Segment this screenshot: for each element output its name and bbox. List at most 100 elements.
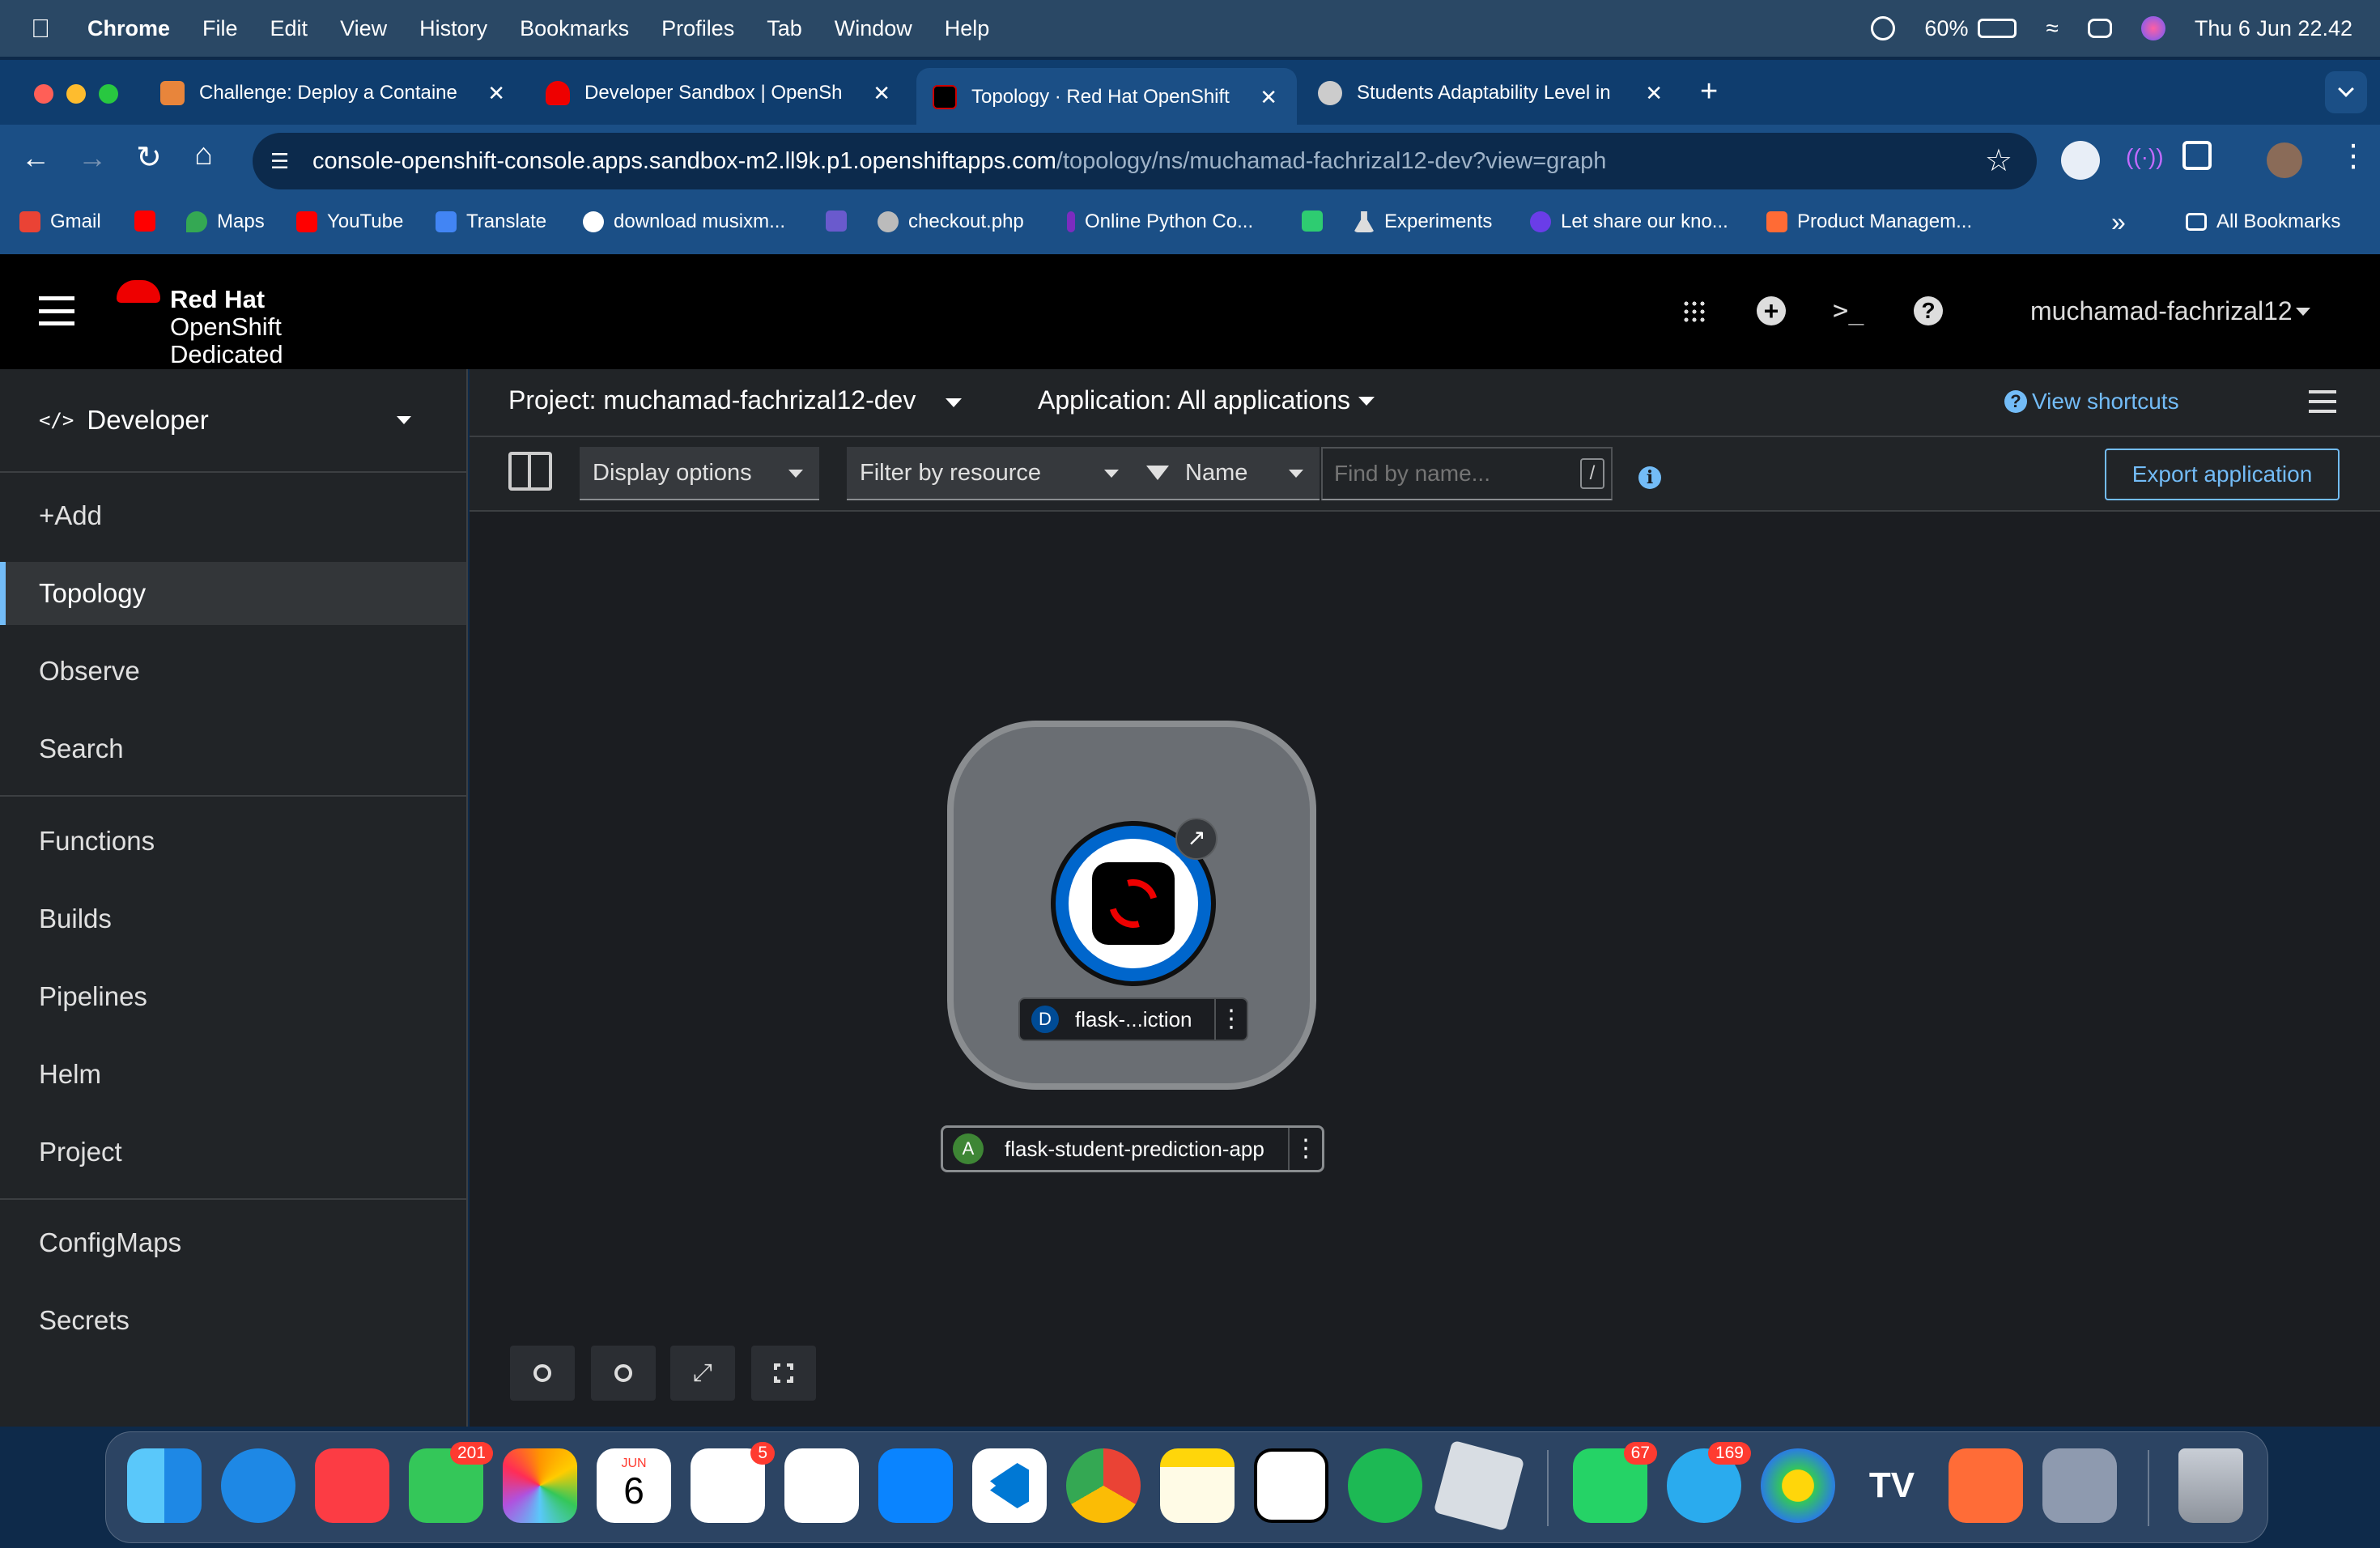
whatsapp-icon[interactable]: 67 — [1573, 1442, 1657, 1523]
filter-by-resource-dropdown[interactable]: Filter by resource — [847, 447, 1135, 500]
bookmark-youtube-red[interactable] — [134, 211, 155, 232]
zoom-in-icon[interactable] — [510, 1346, 575, 1401]
browser-tab[interactable]: Developer Sandbox | OpenSh ✕ — [529, 68, 910, 118]
redhat-logo[interactable]: Red Hat OpenShift Dedicated — [113, 272, 308, 368]
messages-icon[interactable]: 201 — [409, 1442, 493, 1523]
safari-icon[interactable] — [221, 1448, 295, 1523]
find-by-name-input[interactable] — [1323, 449, 1566, 499]
sidebar-item-topology[interactable]: Topology — [0, 562, 466, 625]
bookmarks-overflow-icon[interactable]: » — [2111, 207, 2126, 237]
deployment-label[interactable]: D flask-...iction ⋮ — [1018, 997, 1248, 1041]
calendar-icon[interactable]: JUN 6 — [597, 1448, 671, 1523]
photos-icon[interactable] — [503, 1448, 577, 1523]
application-caret-icon[interactable] — [1358, 397, 1375, 406]
application-label[interactable]: A flask-student-prediction-app ⋮ — [941, 1125, 1324, 1172]
window-close-button[interactable] — [34, 84, 53, 104]
bookmark-online-python[interactable]: Online Python Co... — [1067, 211, 1253, 233]
menu-file[interactable]: File — [202, 16, 238, 41]
menu-window[interactable]: Window — [835, 16, 912, 41]
tab-search-button[interactable] — [2325, 71, 2367, 113]
bookmark-checkout[interactable]: checkout.php — [878, 211, 1024, 233]
kebab-menu-icon[interactable]: ⋮ — [1288, 1128, 1322, 1170]
bookmark-gmail[interactable]: Gmail — [19, 211, 101, 233]
sidebar-item-add[interactable]: +Add — [0, 484, 466, 547]
menu-history[interactable]: History — [419, 16, 487, 41]
tradingview-icon[interactable]: TV — [1855, 1448, 1929, 1523]
perspective-switcher[interactable]: </> Developer — [0, 393, 466, 447]
forward-arrow-icon[interactable]: → — [78, 141, 107, 175]
system-settings-icon[interactable] — [2042, 1448, 2117, 1523]
site-info-icon[interactable]: ☰ — [270, 149, 289, 174]
app-store-icon[interactable] — [878, 1448, 953, 1523]
clock[interactable]: Thu 6 Jun 22.42 — [2195, 16, 2352, 41]
bookmark-star-icon[interactable]: ☆ — [1985, 142, 2012, 179]
tab-close-icon[interactable]: ✕ — [487, 81, 505, 106]
puzzle-extensions-icon[interactable] — [2182, 141, 2212, 170]
sidebar-item-secrets[interactable]: Secrets — [0, 1289, 466, 1352]
browser-tab[interactable]: Students Adaptability Level in ✕ — [1302, 68, 1682, 118]
sidebar-item-builds[interactable]: Builds — [0, 887, 466, 950]
telegram-icon[interactable]: 169 — [1667, 1442, 1751, 1523]
notion-icon[interactable] — [1254, 1448, 1328, 1523]
control-center-icon[interactable] — [2087, 19, 2112, 38]
all-bookmarks[interactable]: All Bookmarks — [2186, 211, 2340, 233]
browser-tab-active[interactable]: Topology · Red Hat OpenShift ✕ — [916, 68, 1297, 126]
bookmark-product-management[interactable]: Product Managem... — [1766, 211, 1972, 233]
app-launcher-icon[interactable] — [1682, 300, 1706, 324]
project-caret-icon[interactable] — [946, 398, 962, 407]
music-icon[interactable] — [315, 1448, 389, 1523]
question-circle-icon[interactable]: ? — [2004, 390, 2027, 413]
project-selector[interactable]: Project: muchamad-fachrizal12-dev — [508, 385, 916, 415]
address-bar[interactable]: ☰ console-openshift-console.apps.sandbox… — [253, 133, 2037, 189]
menu-bookmarks[interactable]: Bookmarks — [520, 16, 629, 41]
quick-create-plus-icon[interactable]: + — [1757, 296, 1786, 325]
sidebar-item-configmaps[interactable]: ConfigMaps — [0, 1211, 466, 1274]
topology-legend-book-icon[interactable] — [508, 452, 552, 491]
menu-tab[interactable]: Tab — [767, 16, 802, 41]
bookmark-maps[interactable]: Maps — [186, 211, 265, 233]
view-shortcuts-link[interactable]: View shortcuts — [2032, 389, 2179, 415]
reload-icon[interactable]: ↻ — [136, 139, 162, 176]
info-circle-icon[interactable]: i — [1638, 466, 1661, 489]
list-view-icon[interactable] — [2309, 390, 2336, 413]
sidebar-item-observe[interactable]: Observe — [0, 640, 466, 703]
reset-view-icon[interactable] — [751, 1346, 816, 1401]
kebab-menu-icon[interactable]: ⋮ — [1214, 999, 1247, 1040]
extension-icon[interactable]: ((·)) — [2126, 144, 2164, 170]
user-menu-caret-icon[interactable] — [2296, 308, 2310, 316]
tab-close-icon[interactable]: ✕ — [1260, 85, 1277, 110]
bookmark-youtube[interactable]: YouTube — [296, 211, 403, 233]
bookmark-w[interactable] — [1302, 211, 1323, 232]
spotify-icon[interactable] — [1348, 1448, 1422, 1523]
tab-close-icon[interactable]: ✕ — [873, 81, 890, 106]
zoom-out-icon[interactable] — [591, 1346, 656, 1401]
chrome-icon[interactable] — [1066, 1448, 1141, 1523]
sidebar-item-project[interactable]: Project — [0, 1121, 466, 1184]
bookmark-forms[interactable] — [826, 211, 847, 232]
trash-icon[interactable] — [2178, 1448, 2243, 1523]
tab-close-icon[interactable]: ✕ — [1645, 81, 1663, 106]
sidebar-item-helm[interactable]: Helm — [0, 1043, 466, 1106]
bookmark-download-musixmatch[interactable]: download musixm... — [583, 211, 785, 233]
vscode-icon[interactable] — [972, 1448, 1047, 1523]
open-url-icon[interactable]: ↗ — [1175, 818, 1218, 860]
sidebar-item-pipelines[interactable]: Pipelines — [0, 965, 466, 1028]
window-minimize-button[interactable] — [66, 84, 86, 104]
sidebar-item-search[interactable]: Search — [0, 717, 466, 780]
reminders-icon[interactable]: 5 — [691, 1442, 775, 1523]
postman-icon[interactable] — [1949, 1448, 2023, 1523]
name-filter-dropdown[interactable]: Name — [1133, 447, 1320, 500]
browser-tab[interactable]: Challenge: Deploy a Containe ✕ — [144, 68, 525, 118]
menu-help[interactable]: Help — [945, 16, 990, 41]
bookmark-experiments[interactable]: Experiments — [1354, 211, 1492, 233]
bookmark-translate[interactable]: Translate — [436, 211, 546, 233]
user-menu[interactable]: muchamad-fachrizal12 — [2030, 296, 2293, 326]
play-icon[interactable] — [1871, 16, 1896, 40]
sidebar-item-functions[interactable]: Functions — [0, 810, 466, 873]
window-zoom-button[interactable] — [99, 84, 118, 104]
help-icon[interactable]: ? — [1914, 296, 1943, 325]
profile-avatar[interactable] — [2267, 142, 2302, 178]
battery-icon[interactable] — [1978, 19, 2017, 38]
roblox-icon[interactable] — [1433, 1440, 1525, 1532]
application-selector[interactable]: Application: All applications — [1038, 385, 1350, 415]
